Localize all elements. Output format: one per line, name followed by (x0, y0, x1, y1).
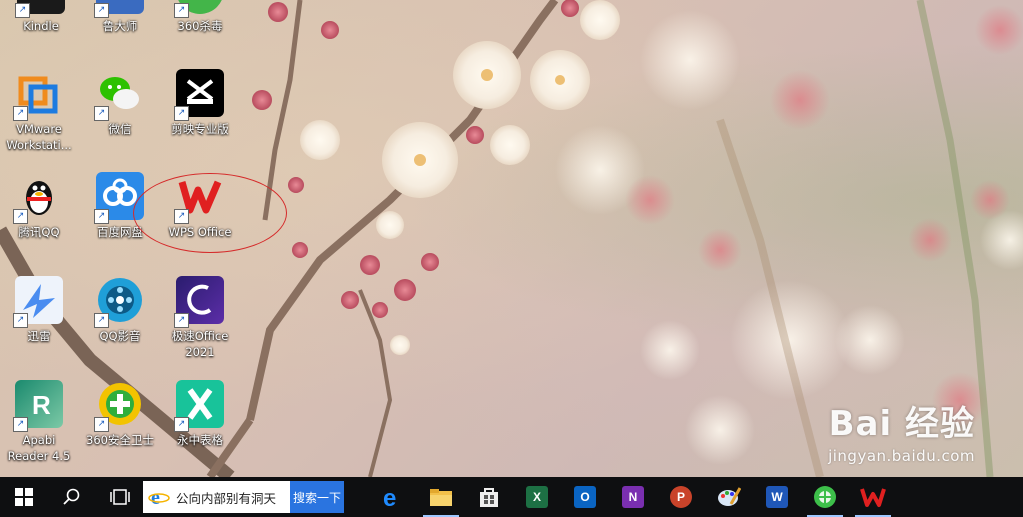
taskbar-app-onenote[interactable]: N (609, 477, 657, 517)
ie-search-bar[interactable]: e 公向内部别有洞天 搜索一下 (143, 481, 344, 513)
jianying-icon: ↗ (174, 69, 224, 121)
shortcut-arrow-icon: ↗ (15, 3, 30, 18)
taskbar-app-wps[interactable] (849, 477, 897, 517)
ie-logo-icon: e (148, 487, 170, 508)
shortcut-arrow-icon: ↗ (94, 106, 109, 121)
taskbar-app-excel[interactable]: X (513, 477, 561, 517)
task-view-button[interactable] (96, 477, 144, 517)
shortcut-arrow-icon: ↗ (94, 417, 109, 432)
icon-label: 360安全卫士 (86, 433, 154, 447)
shortcut-arrow-icon: ↗ (13, 313, 28, 328)
word-icon: W (766, 486, 788, 508)
windows-logo-icon (15, 488, 33, 506)
kindle-icon: ↗ (15, 0, 65, 18)
desktop-icon-yozhong[interactable]: ↗ 永中表格 (162, 380, 238, 448)
jisu-office-icon: ↗ (174, 276, 224, 328)
apabi-reader-icon: R ↗ (13, 380, 63, 432)
task-view-icon (110, 489, 130, 505)
outlook-icon: O (574, 486, 596, 508)
wps-icon (860, 488, 886, 507)
shortcut-arrow-icon: ↗ (174, 313, 189, 328)
vmware-icon: ↗ (13, 69, 63, 121)
search-submit-button[interactable]: 搜索一下 (290, 481, 344, 513)
icon-label: 剪映专业版 (171, 122, 229, 136)
desktop-icon-ludashi[interactable]: ↗ 鲁大师 (82, 0, 158, 34)
taskbar-app-store[interactable] (465, 477, 513, 517)
store-bag-icon (480, 488, 498, 507)
icon-label: 极速Office 2021 (171, 329, 229, 359)
icon-label: 腾讯QQ (18, 225, 60, 239)
taskbar-app-paint[interactable] (705, 477, 753, 517)
excel-icon: X (526, 486, 548, 508)
shortcut-arrow-icon: ↗ (174, 417, 189, 432)
wechat-icon: ↗ (94, 69, 144, 121)
taskbar-app-edge[interactable]: e (369, 477, 417, 517)
watermark-url: jingyan.baidu.com (828, 447, 975, 465)
desktop-icon-apabi[interactable]: R ↗ Apabi Reader 4.5 (1, 380, 77, 464)
360-safe-guard-icon: ↗ (94, 380, 144, 432)
desktop-wallpaper: ↗ Kindle ↗ 鲁大师 ↗ 360杀毒 ↗ VMware Workstat… (0, 0, 1023, 477)
icon-label: 永中表格 (177, 433, 223, 447)
desktop-icon-vmware[interactable]: ↗ VMware Workstati... (1, 69, 77, 153)
svg-text:R: R (32, 390, 51, 420)
yozhong-sheet-icon: ↗ (174, 380, 224, 432)
icon-label: 迅雷 (27, 329, 51, 343)
desktop-icon-jisu-office[interactable]: ↗ 极速Office 2021 (162, 276, 238, 360)
xunlei-icon: ↗ (13, 276, 63, 328)
edge-icon: e (383, 485, 396, 509)
taskbar: e 公向内部别有洞天 搜索一下 e X O N P W (0, 477, 1023, 517)
desktop-icon-jianying[interactable]: ↗ 剪映专业版 (162, 69, 238, 137)
qq-player-icon: ↗ (94, 276, 144, 328)
folder-icon (430, 489, 452, 506)
taskbar-app-powerpoint[interactable]: P (657, 477, 705, 517)
shortcut-arrow-icon: ↗ (94, 209, 109, 224)
icon-label: VMware Workstati... (6, 122, 72, 152)
baidu-jingyan-watermark: Bai 经验 jingyan.baidu.com (828, 396, 975, 465)
taskbar-app-outlook[interactable]: O (561, 477, 609, 517)
shortcut-arrow-icon: ↗ (174, 106, 189, 121)
shortcut-arrow-icon: ↗ (13, 106, 28, 121)
powerpoint-icon: P (670, 486, 692, 508)
taskbar-app-word[interactable]: W (753, 477, 801, 517)
desktop-icon-360sha[interactable]: ↗ 360杀毒 (162, 0, 238, 34)
desktop-icon-qq[interactable]: ↗ 腾讯QQ (1, 172, 77, 240)
red-ellipse-annotation (133, 173, 287, 253)
icon-label: 360杀毒 (177, 19, 223, 33)
paint-palette-icon (718, 487, 741, 506)
svg-text:e: e (383, 485, 396, 509)
360-antivirus-icon: ↗ (174, 0, 224, 18)
icon-label: Kindle (23, 19, 59, 33)
search-button[interactable] (48, 477, 96, 517)
search-icon (63, 488, 80, 505)
shortcut-arrow-icon: ↗ (13, 417, 28, 432)
search-query-text[interactable]: 公向内部别有洞天 (176, 488, 276, 507)
svg-text:e: e (151, 487, 160, 508)
desktop-icon-360safe[interactable]: ↗ 360安全卫士 (82, 380, 158, 448)
shortcut-arrow-icon: ↗ (94, 3, 109, 18)
onenote-icon: N (622, 486, 644, 508)
shortcut-arrow-icon: ↗ (13, 209, 28, 224)
icon-label: QQ影音 (99, 329, 141, 343)
icon-label: Apabi Reader 4.5 (7, 433, 71, 463)
desktop-icon-qqplayer[interactable]: ↗ QQ影音 (82, 276, 158, 344)
desktop-icon-wechat[interactable]: ↗ 微信 (82, 69, 158, 137)
icon-label: 鲁大师 (102, 19, 138, 33)
desktop-icon-xunlei[interactable]: ↗ 迅雷 (1, 276, 77, 344)
shortcut-arrow-icon: ↗ (174, 3, 189, 18)
taskbar-app-360-browser[interactable] (801, 477, 849, 517)
taskbar-app-explorer[interactable] (417, 477, 465, 517)
shortcut-arrow-icon: ↗ (94, 313, 109, 328)
ludashi-icon: ↗ (94, 0, 144, 18)
qq-penguin-icon: ↗ (13, 172, 63, 224)
360-browser-icon (814, 486, 836, 508)
icon-label: 微信 (108, 122, 132, 136)
start-button[interactable] (0, 477, 48, 517)
desktop-icon-kindle[interactable]: ↗ Kindle (3, 0, 79, 34)
watermark-logo: Bai 经验 (828, 404, 975, 444)
